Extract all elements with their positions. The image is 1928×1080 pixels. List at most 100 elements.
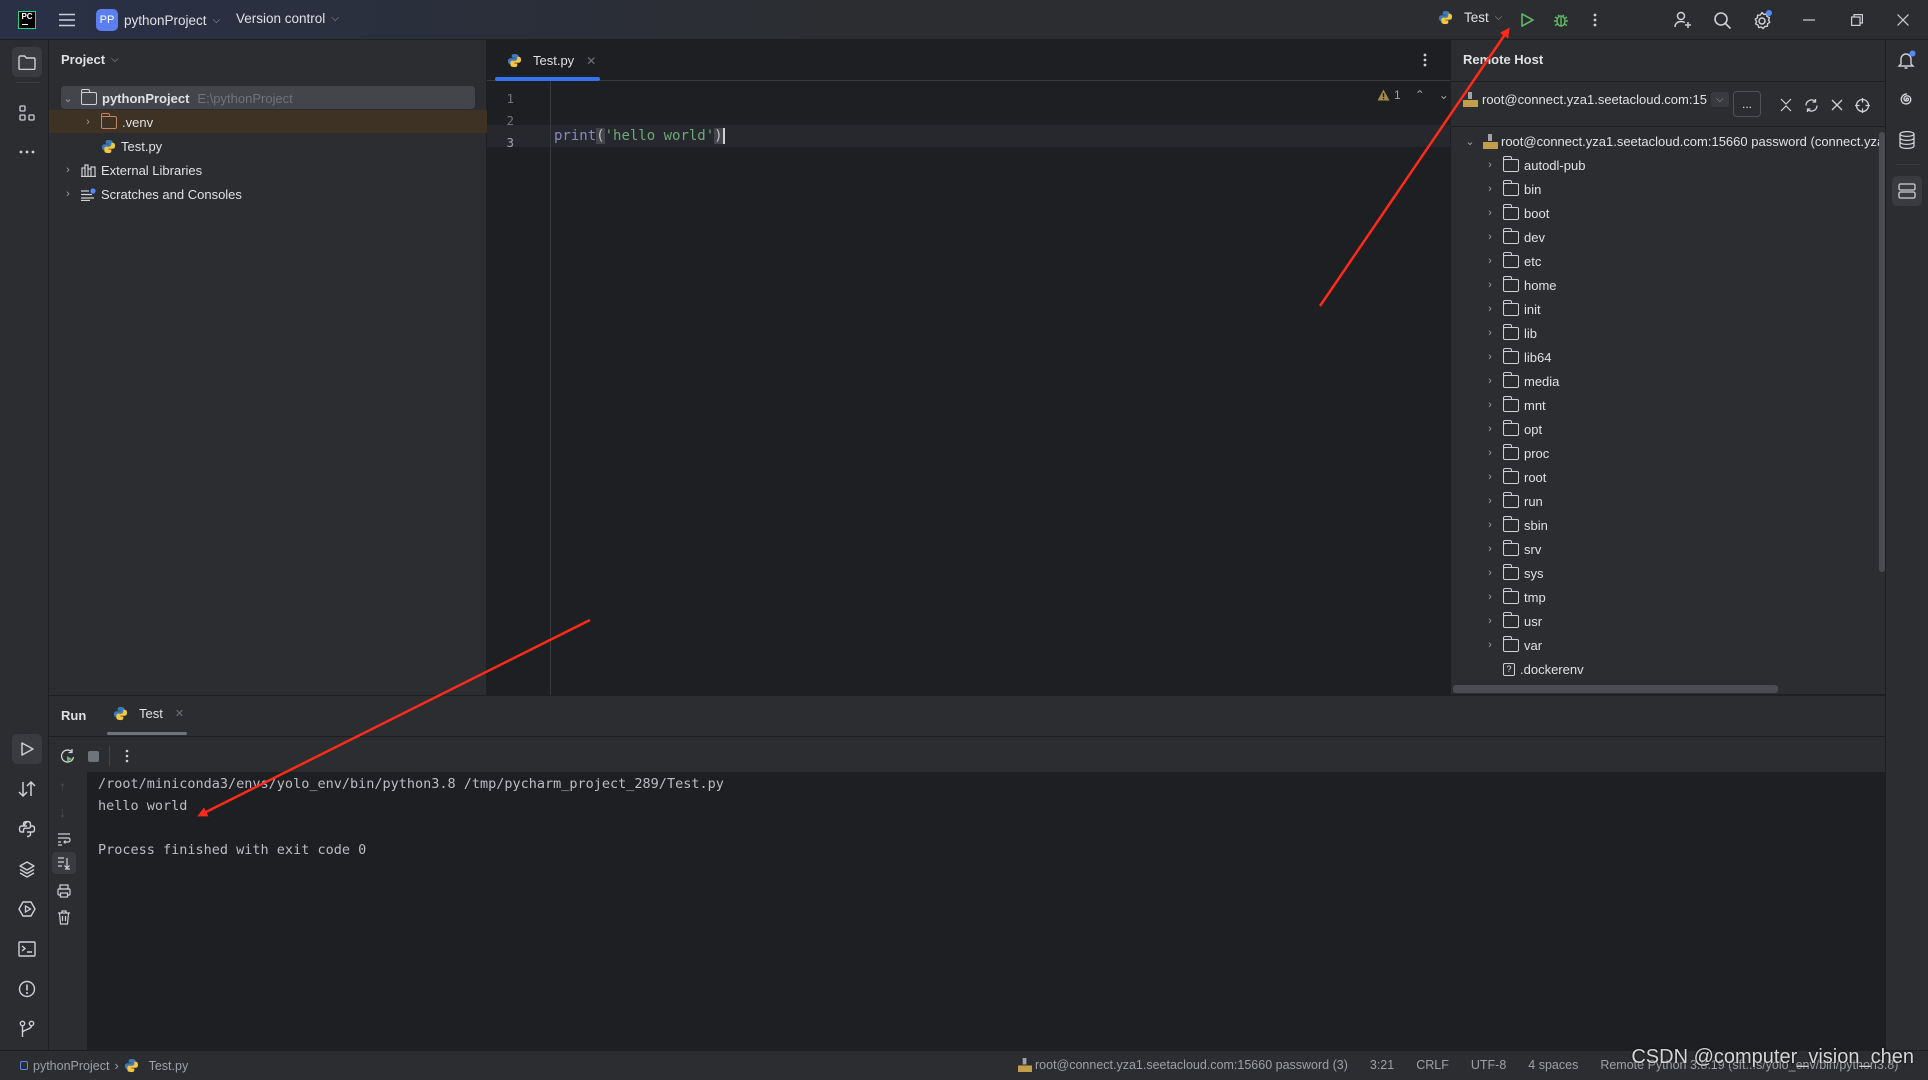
locate-button[interactable] — [1847, 90, 1877, 120]
chevron-down-icon[interactable]: ⌵ — [1710, 92, 1729, 107]
run-tab-close-icon[interactable]: ✕ — [175, 707, 184, 720]
tree-item-external-libraries[interactable]: › External Libraries — [49, 158, 486, 182]
breadcrumb-file[interactable]: Test.py — [149, 1059, 189, 1073]
remote-tree-root[interactable]: ⌄ root@connect.yza1.seetacloud.com:15660… — [1463, 129, 1891, 153]
remote-folder-item[interactable]: › boot — [1483, 201, 1549, 225]
inspection-widget[interactable]: 1 ⌃ ⌄ — [1377, 88, 1449, 102]
editor-tabs-menu[interactable] — [1410, 45, 1440, 75]
notifications-button[interactable] — [1892, 45, 1922, 75]
remote-folder-item[interactable]: › init — [1483, 297, 1541, 321]
settings-button[interactable] — [1747, 5, 1777, 35]
code-builtin: print — [554, 128, 597, 144]
project-view-selector[interactable]: Project ⌵ — [61, 52, 119, 67]
editor-tab-test-py[interactable]: Test.py ✕ — [495, 40, 600, 81]
remote-folder-item[interactable]: › root — [1483, 465, 1546, 489]
remote-folder-item[interactable]: › sys — [1483, 561, 1544, 585]
tool-problems[interactable] — [12, 974, 42, 1004]
soft-wrap-button[interactable] — [57, 832, 71, 846]
remote-folder-item[interactable]: › media — [1483, 369, 1559, 393]
folder-icon — [1502, 635, 1519, 652]
print-button[interactable] — [57, 884, 71, 898]
tool-python-console[interactable] — [12, 814, 42, 844]
code-with-me-button[interactable] — [1668, 5, 1698, 35]
main-menu-button[interactable] — [52, 5, 82, 35]
console-output[interactable]: /root/miniconda3/envs/yolo_env/bin/pytho… — [87, 772, 1885, 1051]
tool-more[interactable] — [12, 137, 42, 167]
line-separator[interactable]: CRLF — [1416, 1058, 1449, 1072]
tree-item-test-py[interactable]: Test.py — [49, 134, 486, 158]
folder-icon — [1502, 323, 1519, 340]
scroll-up-icon[interactable]: ↑ — [59, 778, 66, 794]
editor-gutter: 1 2 3 — [487, 81, 551, 695]
next-highlight-icon[interactable]: ⌄ — [1439, 88, 1449, 102]
ai-assistant-button[interactable] — [1892, 85, 1922, 115]
remote-folder-item[interactable]: › lib64 — [1483, 345, 1551, 369]
more-actions-button[interactable] — [1580, 5, 1610, 35]
search-button[interactable] — [1707, 5, 1737, 35]
remote-folder-item[interactable]: › mnt — [1483, 393, 1546, 417]
remote-folder-item[interactable]: › run — [1483, 489, 1543, 513]
remote-folder-item[interactable]: › home — [1483, 273, 1557, 297]
tool-git[interactable] — [12, 1014, 42, 1044]
folder-icon — [1502, 467, 1519, 484]
close-window-button[interactable] — [1888, 5, 1918, 35]
tool-terminal[interactable] — [12, 934, 42, 964]
remote-file-item[interactable]: ? .dockerenv — [1503, 657, 1584, 681]
rerun-button[interactable] — [53, 741, 83, 771]
version-control-menu[interactable]: Version control ⌵ — [236, 11, 339, 26]
tab-close-icon[interactable]: ✕ — [586, 54, 596, 68]
tree-item-scratches[interactable]: › Scratches and Consoles — [49, 182, 486, 206]
horizontal-scrollbar[interactable] — [1453, 685, 1778, 693]
remote-folder-label: home — [1524, 277, 1557, 293]
remote-host-tool-button[interactable] — [1892, 176, 1922, 206]
scroll-to-end-button[interactable] — [52, 852, 76, 874]
database-button[interactable] — [1892, 125, 1922, 155]
remote-folder-item[interactable]: › etc — [1483, 249, 1541, 273]
previous-highlight-icon[interactable]: ⌃ — [1415, 88, 1425, 102]
minimize-button[interactable] — [1794, 5, 1824, 35]
project-switcher[interactable]: PP pythonProject ⌵ — [96, 9, 220, 31]
remote-folder-item[interactable]: › tmp — [1483, 585, 1546, 609]
tool-run[interactable] — [12, 734, 42, 764]
code-line-3[interactable]: print('hello world') — [554, 128, 725, 144]
deployment-server-status[interactable]: root@connect.yza1.seetacloud.com:15660 p… — [1035, 1058, 1348, 1072]
server-selector[interactable]: root@connect.yza1.seetacloud.com:15 ⌵ — [1463, 92, 1729, 107]
remote-folder-item[interactable]: › lib — [1483, 321, 1537, 345]
cursor-position[interactable]: 3:21 — [1370, 1058, 1394, 1072]
remote-folder-item[interactable]: › autodl-pub — [1483, 153, 1585, 177]
tool-deployment[interactable] — [12, 774, 42, 804]
close-icon — [1897, 14, 1909, 26]
run-more-button[interactable] — [112, 741, 142, 771]
remote-folder-item[interactable]: › srv — [1483, 537, 1541, 561]
scroll-down-icon[interactable]: ↓ — [59, 804, 66, 820]
chevron-down-icon: ⌄ — [63, 92, 73, 105]
restore-button[interactable] — [1842, 5, 1872, 35]
project-badge: PP — [96, 9, 118, 31]
indent-setting[interactable]: 4 spaces — [1528, 1058, 1578, 1072]
remote-folder-item[interactable]: › var — [1483, 633, 1542, 657]
remote-folder-item[interactable]: › opt — [1483, 417, 1542, 441]
remote-folder-item[interactable]: › sbin — [1483, 513, 1548, 537]
tool-layers[interactable] — [12, 854, 42, 884]
run-button[interactable] — [1512, 5, 1542, 35]
tree-item-venv[interactable]: › .venv — [49, 110, 486, 134]
tree-item-root[interactable]: ⌄ pythonProject E:\pythonProject — [49, 86, 486, 110]
remote-folder-item[interactable]: › dev — [1483, 225, 1545, 249]
clear-console-button[interactable] — [57, 910, 71, 925]
structure-icon — [19, 105, 35, 121]
tool-structure[interactable] — [12, 98, 42, 128]
tool-services[interactable] — [12, 894, 42, 924]
remote-folder-item[interactable]: › proc — [1483, 441, 1549, 465]
run-config-selector[interactable]: Test ⌵ — [1438, 10, 1502, 25]
breadcrumb-project[interactable]: pythonProject — [33, 1059, 109, 1073]
browse-servers-button[interactable]: ... — [1733, 91, 1761, 117]
run-tab-test[interactable]: Test ✕ — [113, 706, 184, 721]
divider — [1451, 81, 1886, 82]
tool-project[interactable] — [12, 47, 42, 77]
chevron-right-icon: › — [1488, 255, 1492, 267]
remote-folder-item[interactable]: › usr — [1483, 609, 1542, 633]
remote-folder-item[interactable]: › bin — [1483, 177, 1541, 201]
file-encoding[interactable]: UTF-8 — [1471, 1058, 1506, 1072]
stop-button[interactable] — [88, 751, 99, 762]
debug-button[interactable] — [1546, 5, 1576, 35]
